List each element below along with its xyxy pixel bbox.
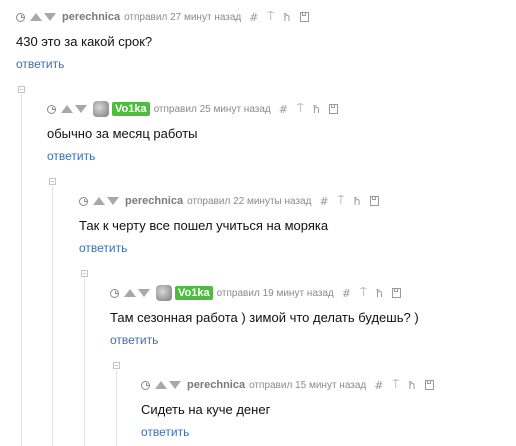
downvote-icon[interactable] (75, 105, 87, 113)
reply-link[interactable]: ответить (16, 57, 64, 71)
pin-icon[interactable]: ⍑ (267, 10, 274, 24)
comment-author[interactable]: perechnica (125, 195, 183, 207)
comment-text: обычно за месяц работы (47, 126, 198, 141)
pin-icon[interactable]: ⍑ (338, 194, 345, 208)
comment-text: Там сезонная работа ) зимой что делать б… (110, 310, 419, 325)
pin-icon[interactable]: ⍑ (392, 378, 399, 392)
thread-line-3 (84, 278, 85, 446)
clock-icon (16, 12, 25, 22)
comment-author[interactable]: Vo1ka (112, 102, 150, 116)
comment-time: отправил 15 минут назад (249, 379, 367, 391)
avatar[interactable] (93, 101, 109, 117)
downvote-icon[interactable] (44, 13, 56, 21)
clock-icon (110, 288, 119, 298)
collapse-toggle[interactable] (49, 178, 56, 185)
reply-link[interactable]: ответить (110, 333, 158, 347)
comment-header: perechnica отправил 27 минут назад # ⍑ ħ (16, 9, 309, 25)
reply-link[interactable]: ответить (79, 241, 127, 255)
comment-time: отправил 25 минут назад (153, 103, 271, 115)
comment-text: Сидеть на куче денег (141, 402, 271, 417)
thread-line-1 (21, 94, 22, 446)
pin-icon[interactable]: ⍑ (297, 102, 304, 116)
flag-icon[interactable]: ħ (376, 287, 384, 300)
save-icon[interactable] (369, 196, 379, 206)
comment-author[interactable]: perechnica (187, 379, 245, 391)
flag-icon[interactable]: ħ (283, 11, 291, 24)
hash-icon[interactable]: # (249, 11, 258, 24)
save-icon[interactable] (299, 12, 309, 22)
comment-text: Так к черту все пошел учиться на моряка (79, 218, 329, 233)
save-icon[interactable] (424, 380, 434, 390)
flag-icon[interactable]: ħ (313, 103, 321, 116)
upvote-icon[interactable] (61, 105, 73, 113)
comment-time: отправил 27 минут назад (124, 11, 242, 23)
save-icon[interactable] (392, 288, 402, 298)
comment-header: perechnica отправил 15 минут назад # ⍑ ħ (141, 377, 434, 393)
comment-text: 430 это за какой срок? (16, 34, 153, 49)
comment-header: perechnica отправил 22 минуты назад # ⍑ … (79, 193, 379, 209)
downvote-icon[interactable] (107, 197, 119, 205)
clock-icon (79, 196, 88, 206)
collapse-toggle[interactable] (18, 86, 25, 93)
pin-icon[interactable]: ⍑ (360, 286, 367, 300)
downvote-icon[interactable] (169, 381, 181, 389)
upvote-icon[interactable] (155, 381, 167, 389)
comment-author[interactable]: Vo1ka (175, 286, 213, 300)
comment-time: отправил 19 минут назад (216, 287, 334, 299)
reply-link[interactable]: ответить (141, 425, 189, 439)
upvote-icon[interactable] (30, 13, 42, 21)
comment-header: Vo1ka отправил 25 минут назад # ⍑ ħ (47, 101, 339, 117)
comment-author[interactable]: perechnica (62, 11, 120, 23)
downvote-icon[interactable] (138, 289, 150, 297)
avatar[interactable] (156, 285, 172, 301)
upvote-icon[interactable] (124, 289, 136, 297)
upvote-icon[interactable] (93, 197, 105, 205)
flag-icon[interactable]: ħ (353, 195, 361, 208)
thread-line-2 (52, 186, 53, 446)
collapse-toggle[interactable] (113, 362, 120, 369)
thread-line-4 (116, 370, 117, 446)
clock-icon (141, 380, 150, 390)
hash-icon[interactable]: # (342, 287, 351, 300)
hash-icon[interactable]: # (374, 379, 383, 392)
hash-icon[interactable]: # (319, 195, 328, 208)
reply-link[interactable]: ответить (47, 149, 95, 163)
flag-icon[interactable]: ħ (408, 379, 416, 392)
hash-icon[interactable]: # (279, 103, 288, 116)
clock-icon (47, 104, 56, 114)
comment-time: отправил 22 минуты назад (187, 195, 312, 207)
collapse-toggle[interactable] (81, 270, 88, 277)
save-icon[interactable] (329, 104, 339, 114)
comment-header: Vo1ka отправил 19 минут назад # ⍑ ħ (110, 285, 402, 301)
